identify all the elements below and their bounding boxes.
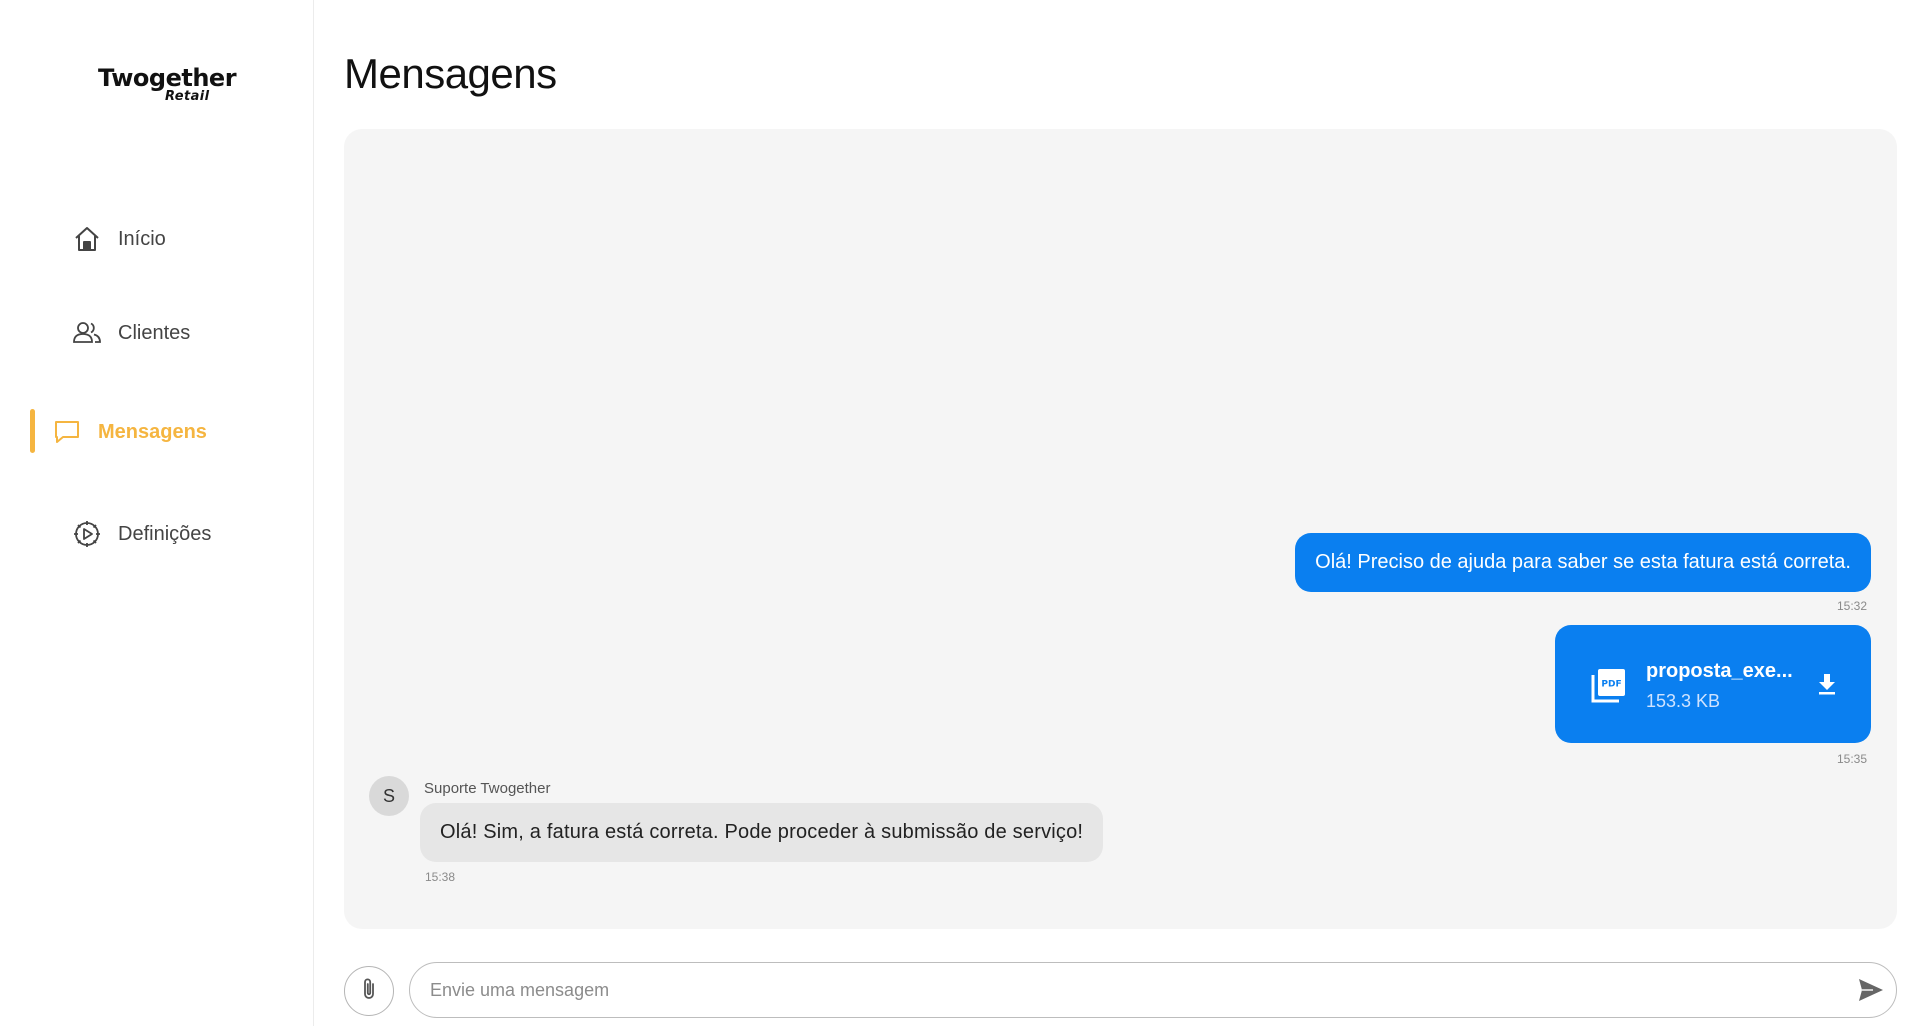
sidebar-item-label: Início	[118, 227, 166, 250]
sender-name: Suporte Twogether	[424, 780, 551, 797]
message-time: 15:35	[1836, 752, 1867, 766]
sidebar-item-label: Mensagens	[98, 420, 207, 443]
paperclip-icon	[358, 976, 380, 1007]
brand-sub: Retail	[165, 89, 210, 104]
active-indicator	[30, 409, 35, 453]
sidebar-item-inicio[interactable]: Início	[40, 216, 300, 262]
users-icon	[72, 318, 102, 348]
sidebar-item-clientes[interactable]: Clientes	[40, 310, 300, 356]
message-text: Olá! Sim, a fatura está correta. Pode pr…	[440, 821, 1084, 843]
sidebar-item-label: Clientes	[118, 321, 191, 344]
page-title: Mensagens	[344, 50, 557, 97]
sidebar-item-label: Definições	[118, 522, 212, 545]
attach-button[interactable]	[344, 966, 394, 1016]
sidebar: Twogether Retail Início Clientes Mensage…	[0, 0, 314, 1026]
brand-name: Twogether	[98, 64, 237, 92]
download-icon[interactable]	[1815, 671, 1839, 697]
chat-icon	[52, 417, 82, 447]
chat-panel: Olá! Preciso de ajuda para saber se esta…	[344, 129, 1897, 929]
home-icon	[72, 224, 102, 254]
pdf-icon: PDF	[1591, 667, 1627, 703]
send-icon[interactable]	[1857, 977, 1885, 1003]
avatar: S	[369, 776, 409, 816]
file-name: proposta_exe...	[1646, 660, 1793, 682]
file-message-bubble[interactable]: PDF proposta_exe... 153.3 KB	[1555, 625, 1871, 743]
brand-logo[interactable]: Twogether Retail	[98, 64, 237, 108]
sidebar-item-mensagens[interactable]: Mensagens	[40, 409, 300, 455]
message-bubble-outgoing: Olá! Preciso de ajuda para saber se esta…	[1295, 533, 1871, 592]
gear-icon	[72, 519, 102, 549]
message-time: 15:38	[425, 870, 456, 884]
file-size: 153.3 KB	[1646, 691, 1721, 711]
message-time: 15:32	[1836, 599, 1867, 613]
message-bubble-incoming: Olá! Sim, a fatura está correta. Pode pr…	[420, 803, 1104, 862]
message-text: Olá! Preciso de ajuda para saber se esta…	[1315, 551, 1851, 573]
sidebar-item-definicoes[interactable]: Definições	[40, 511, 300, 557]
message-input[interactable]	[409, 962, 1897, 1018]
svg-text:PDF: PDF	[1601, 680, 1621, 690]
